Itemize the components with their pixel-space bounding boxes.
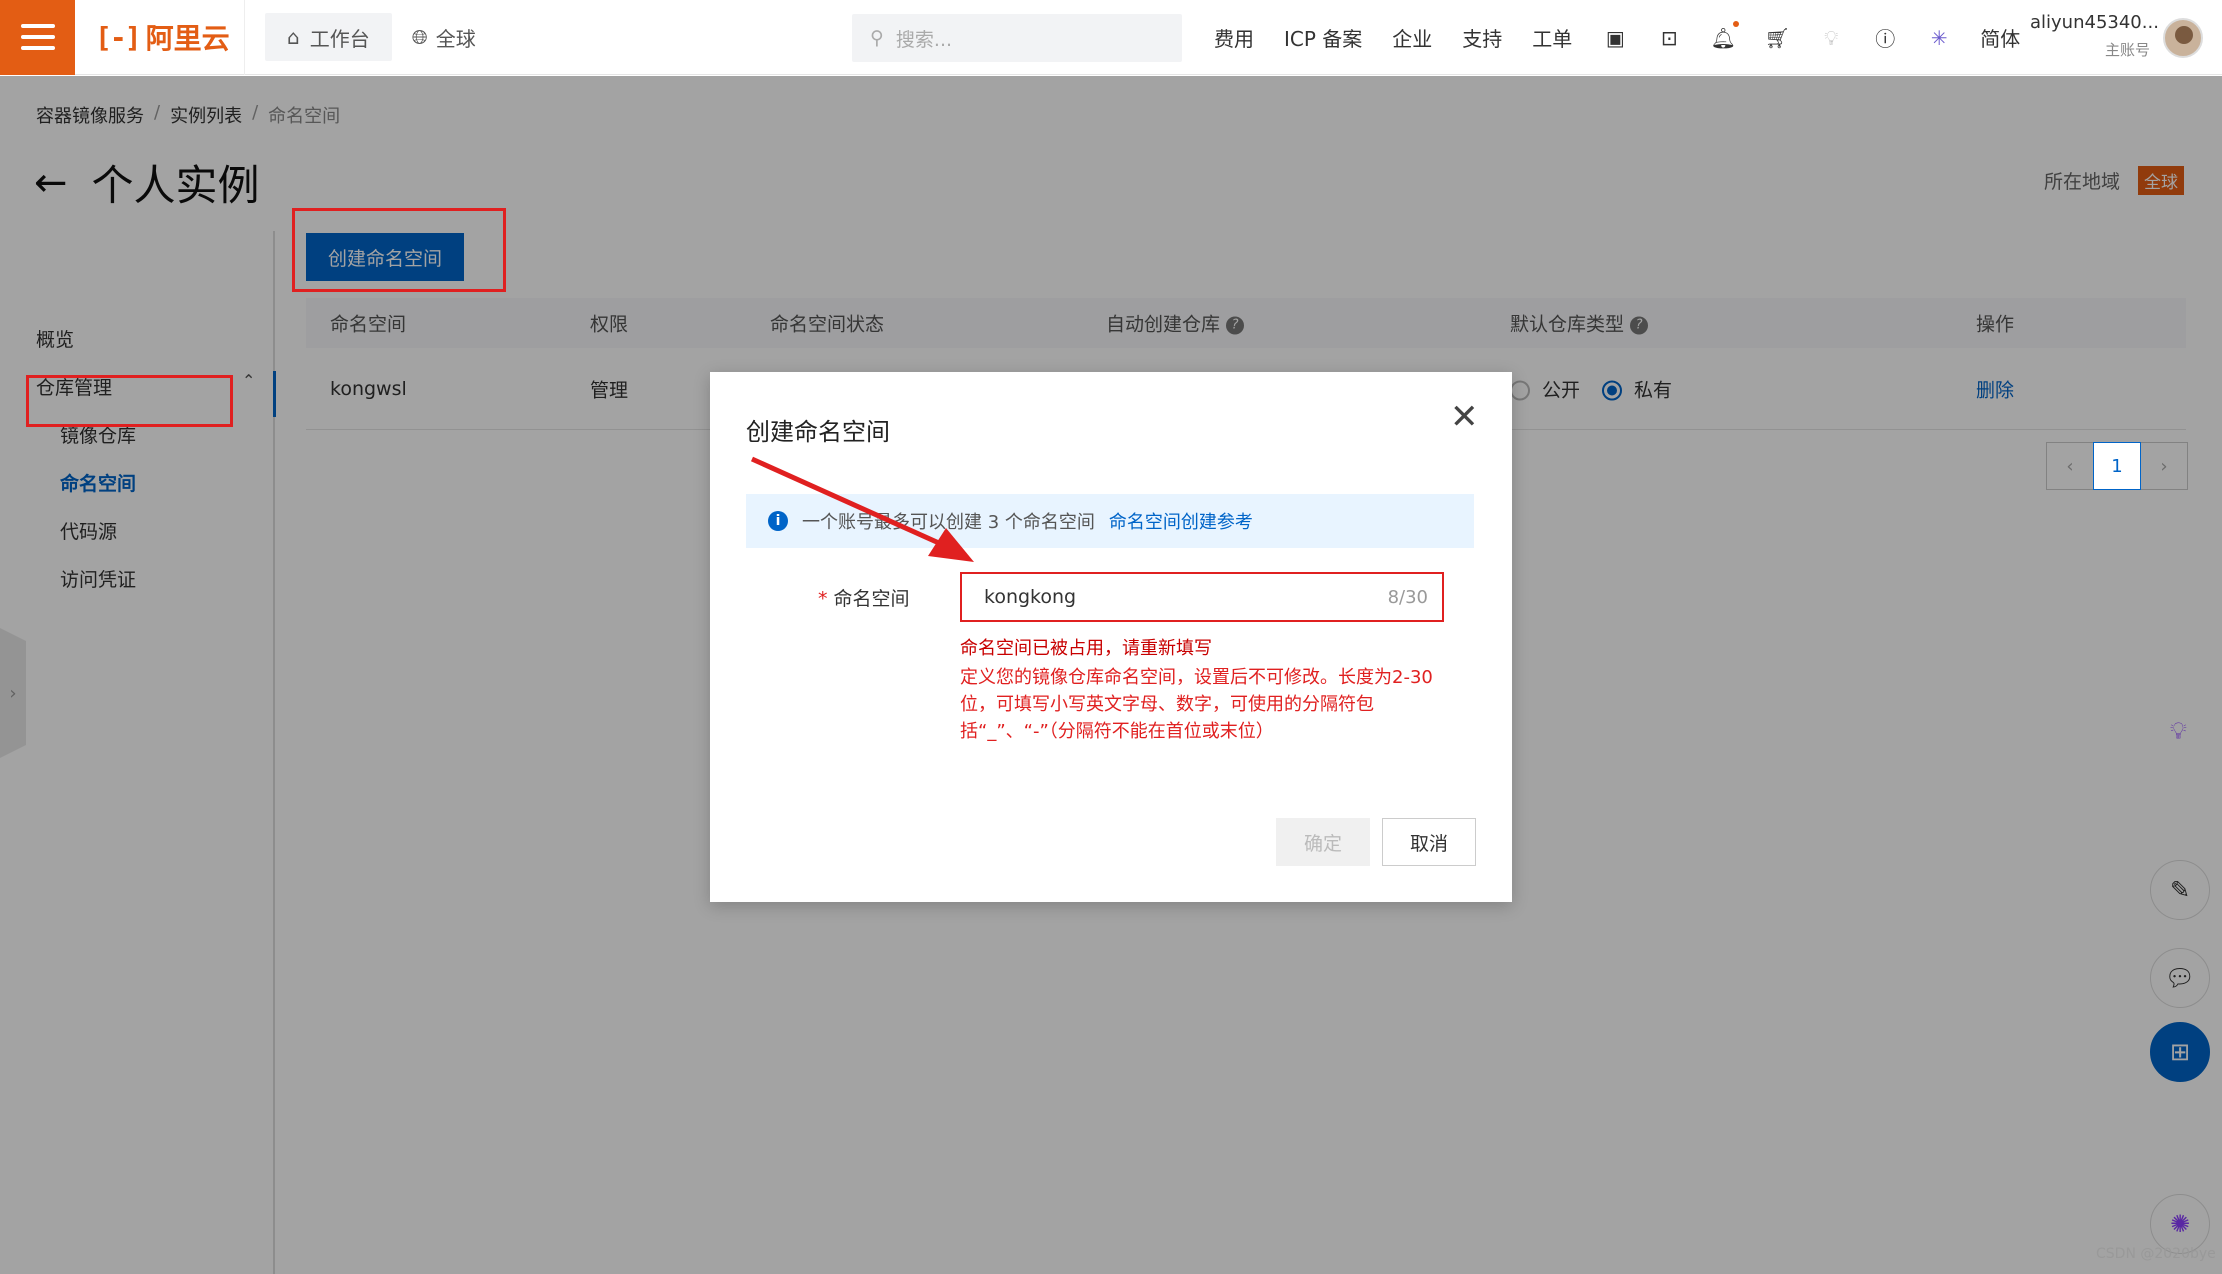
pagination-page-1[interactable]: 1 [2093, 442, 2141, 490]
cancel-button[interactable]: 取消 [1382, 818, 1476, 866]
globe-icon: 🌐︎ [411, 25, 428, 49]
workbench-label: 工作台 [309, 26, 370, 51]
top-link-enterprise[interactable]: 企业 [1392, 23, 1432, 52]
cloud-shell-icon[interactable]: ▣ [1602, 25, 1628, 51]
required-marker: * [818, 588, 828, 610]
menu-icon[interactable] [0, 0, 75, 75]
search-placeholder: 搜索... [895, 28, 953, 51]
user-name: aliyun45340... [2030, 12, 2159, 33]
close-icon[interactable]: ✕ [1450, 400, 1479, 434]
info-notice: i 一个账号最多可以创建 3 个命名空间 命名空间创建参考 [746, 494, 1474, 548]
brand-name: 阿里云 [145, 22, 230, 55]
top-link-ticket[interactable]: 工单 [1532, 23, 1572, 52]
info-icon: i [768, 511, 788, 531]
user-role: 主账号 [2104, 41, 2150, 59]
lightbulb-icon[interactable]: 💡︎ [1818, 25, 1844, 51]
top-link-fees[interactable]: 费用 [1214, 23, 1254, 52]
top-link-support[interactable]: 支持 [1462, 23, 1502, 52]
char-counter: 8/30 [1387, 586, 1428, 608]
terminal-icon[interactable]: ⊡ [1656, 25, 1682, 51]
namespace-field-label: * 命名空间 [818, 584, 910, 611]
error-message: 命名空间已被占用，请重新填写 [960, 638, 1212, 659]
confirm-button[interactable]: 确定 [1276, 818, 1370, 866]
highlight-namespace-menu [26, 375, 233, 427]
top-link-icp[interactable]: ICP 备案 [1284, 23, 1362, 52]
create-namespace-dialog: 创建命名空间 ✕ i 一个账号最多可以创建 3 个命名空间 命名空间创建参考 *… [710, 372, 1512, 902]
bell-icon[interactable]: 🔔︎ [1710, 20, 1740, 51]
help-text: 定义您的镜像仓库命名空间，设置后不可修改。长度为2-30位，可填写小写英文字母、… [960, 667, 1433, 742]
watermark: CSDN @2020bye [2096, 1246, 2216, 1262]
avatar[interactable] [2163, 18, 2203, 58]
search-input[interactable]: ⚲ 搜索... [852, 14, 1182, 62]
brand-logo-mark: [-] [95, 20, 142, 54]
notification-dot [1733, 20, 1740, 27]
help-icon[interactable]: ⓘ [1872, 25, 1898, 51]
cart-icon[interactable]: 🛒︎ [1764, 25, 1790, 51]
language-switch[interactable]: 简体 [1980, 23, 2020, 52]
namespace-input-value: kongkong [984, 586, 1077, 608]
region-switch[interactable]: 🌐︎ 全球 [412, 23, 476, 52]
brand-logo[interactable]: [-] 阿里云 [75, 0, 245, 75]
notice-text: 一个账号最多可以创建 3 个命名空间 [802, 512, 1095, 533]
namespace-field-label-text: 命名空间 [833, 588, 910, 610]
assistant-icon[interactable]: ✳ [1926, 25, 1952, 51]
notice-help-link[interactable]: 命名空间创建参考 [1109, 508, 1253, 534]
dialog-title: 创建命名空间 [746, 418, 890, 446]
region-switch-label: 全球 [435, 26, 476, 51]
search-icon: ⚲ [870, 27, 884, 49]
namespace-input[interactable]: kongkong 8/30 [960, 572, 1444, 622]
highlight-create-button [292, 208, 506, 292]
home-icon: ⌂ [287, 25, 300, 49]
user-menu[interactable]: aliyun45340... 主账号 [2030, 12, 2159, 60]
workbench-button[interactable]: ⌂ 工作台 [265, 13, 392, 61]
top-links: 费用 ICP 备案 企业 支持 工单 ▣ ⊡ 🔔︎ 🛒︎ 💡︎ ⓘ ✳ 简体 [1214, 0, 2050, 75]
